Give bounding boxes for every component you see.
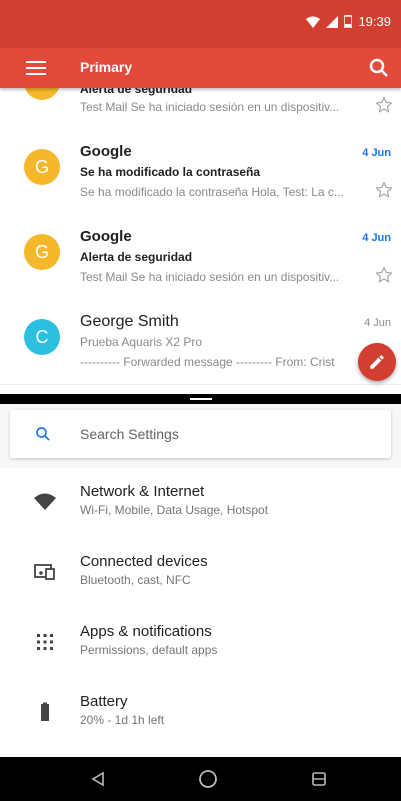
settings-item-subtitle: Wi-Fi, Mobile, Data Usage, Hotspot (80, 503, 269, 517)
divider-handle[interactable] (190, 398, 212, 400)
email-date: 4 Jun (362, 232, 391, 244)
wifi-icon (34, 493, 56, 510)
email-list[interactable]: G Alerta de seguridad Test Mail Se ha in… (0, 88, 401, 394)
search-icon[interactable] (367, 56, 391, 80)
email-sender: Google (80, 228, 132, 245)
settings-item-title: Connected devices (80, 553, 208, 570)
email-date: 4 Jun (364, 317, 391, 329)
settings-item-subtitle: Bluetooth, cast, NFC (80, 573, 191, 587)
back-icon[interactable] (90, 771, 106, 787)
status-icons: 19:39 (306, 14, 391, 29)
email-subject: Prueba Aquaris X2 Pro (80, 335, 203, 349)
avatar: G (24, 149, 60, 185)
avatar: C (24, 319, 60, 355)
email-subject: Se ha modificado la contraseña (80, 165, 261, 179)
settings-item-subtitle: 20% - 1d 1h left (80, 713, 165, 727)
apps-icon (37, 634, 53, 650)
email-snippet: Se ha modificado la contraseña Hola, Tes… (80, 185, 344, 199)
star-icon[interactable] (375, 181, 393, 199)
status-time: 19:39 (358, 14, 391, 29)
battery-status-icon (344, 15, 353, 28)
status-bar: 19:39 (0, 0, 401, 48)
email-snippet: Test Mail Se ha iniciado sesión en un di… (80, 270, 340, 284)
email-sender: George Smith (80, 313, 179, 330)
settings-list: Network & Internet Wi-Fi, Mobile, Data U… (0, 468, 401, 757)
search-icon (36, 427, 50, 441)
settings-item-network[interactable]: Network & Internet Wi-Fi, Mobile, Data U… (0, 468, 401, 538)
email-item[interactable]: G Google Alerta de seguridad Test Mail S… (0, 214, 401, 300)
battery-icon (41, 702, 49, 721)
email-date: 4 Jun (362, 147, 391, 159)
settings-search[interactable]: Search Settings (10, 410, 391, 458)
email-subject: Alerta de seguridad (80, 250, 193, 264)
settings-item-apps[interactable]: Apps & notifications Permissions, defaul… (0, 608, 401, 678)
devices-icon (34, 564, 55, 580)
email-subject: Alerta de seguridad (80, 88, 193, 96)
settings-item-title: Apps & notifications (80, 623, 212, 640)
email-item[interactable]: G Alerta de seguridad Test Mail Se ha in… (0, 88, 401, 130)
email-snippet: ---------- Forwarded message --------- F… (80, 355, 335, 369)
compose-button[interactable] (358, 343, 396, 381)
wifi-status-icon (306, 16, 321, 28)
settings-item-connected-devices[interactable]: Connected devices Bluetooth, cast, NFC (0, 538, 401, 608)
home-icon[interactable] (198, 769, 218, 789)
pencil-icon (370, 355, 384, 369)
navigation-bar (0, 757, 401, 801)
recents-icon[interactable] (311, 771, 327, 787)
settings-item-title: Network & Internet (80, 483, 205, 500)
star-icon[interactable] (375, 266, 393, 284)
avatar: G (24, 234, 60, 270)
settings-item-title: Battery (80, 693, 128, 710)
settings-item-subtitle: Permissions, default apps (80, 643, 218, 657)
email-snippet: Test Mail Se ha iniciado sesión en un di… (80, 100, 340, 114)
email-item[interactable]: C George Smith Prueba Aquaris X2 Pro ---… (0, 299, 401, 385)
email-item[interactable]: G Google Se ha modificado la contraseña … (0, 129, 401, 215)
settings-item-battery[interactable]: Battery 20% - 1d 1h left (0, 678, 401, 748)
avatar: G (24, 88, 60, 100)
email-sender: Google (80, 143, 132, 160)
menu-icon[interactable] (26, 61, 46, 75)
star-icon[interactable] (375, 96, 393, 114)
signal-status-icon (326, 15, 339, 28)
app-bar-title: Primary (80, 59, 133, 75)
search-placeholder: Search Settings (80, 426, 179, 442)
app-bar: Primary (0, 48, 401, 88)
